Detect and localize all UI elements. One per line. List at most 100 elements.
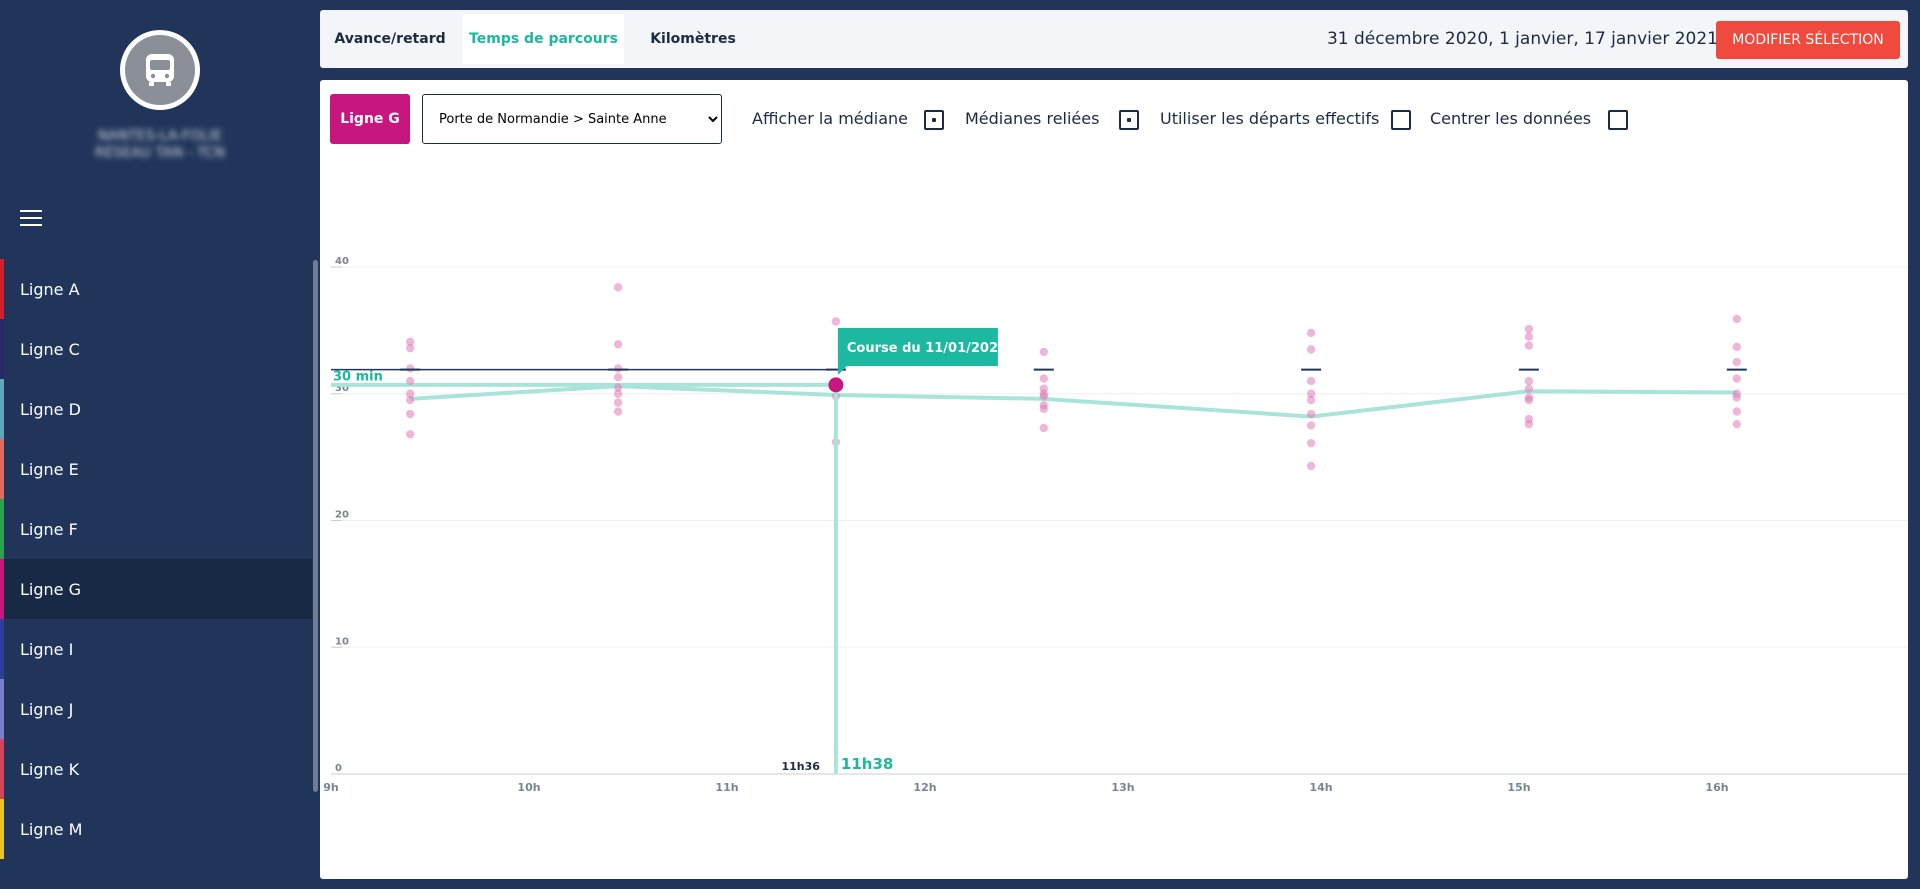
data-point [406, 409, 415, 419]
data-point [1039, 347, 1048, 357]
data-point [1039, 404, 1048, 414]
data-point [613, 340, 623, 349]
modify-selection-button[interactable]: MODIFIER SÉLECTION [1716, 21, 1900, 59]
sidebar-item-ligne-m[interactable]: Ligne M [0, 799, 312, 859]
data-point [1732, 374, 1742, 383]
sidebar-item-ligne-e[interactable]: Ligne E [0, 439, 312, 499]
sidebar-item-label: Ligne E [20, 459, 79, 479]
data-point [1524, 419, 1534, 429]
line-color-bar [0, 319, 4, 379]
x-tick-label: 14h [1309, 781, 1332, 794]
sidebar-item-label: Ligne D [20, 399, 81, 419]
line-color-bar [0, 379, 4, 439]
y-tick-label: 10 [335, 636, 349, 647]
sidebar-item-ligne-j[interactable]: Ligne J [0, 679, 312, 739]
sidebar-item-ligne-c[interactable]: Ligne C [0, 319, 312, 379]
data-point [1306, 438, 1316, 448]
data-point [1306, 395, 1316, 405]
data-point [613, 373, 623, 382]
bus-logo-icon [120, 30, 200, 110]
data-point [1039, 423, 1048, 433]
line-color-bar [0, 619, 4, 679]
data-point [1524, 324, 1534, 334]
line-color-bar [0, 439, 4, 499]
x-tick-label: 11h [715, 781, 738, 794]
data-point [613, 398, 623, 407]
reference-label: 30 min [333, 370, 383, 385]
tab-kilometres[interactable]: Kilomètres [635, 14, 751, 64]
linked-medians-checkbox[interactable] [1119, 110, 1139, 130]
center-data-label: Centrer les données [1430, 109, 1592, 128]
data-point [1732, 342, 1742, 352]
actual-departures-checkbox[interactable] [1391, 110, 1411, 130]
center-data-checkbox[interactable] [1608, 110, 1628, 130]
view-tabs-bar: Avance/retard Temps de parcours Kilomètr… [320, 10, 1908, 68]
sidebar-item-label: Ligne K [20, 759, 80, 779]
data-point [1039, 374, 1048, 383]
sidebar-item-ligne-d[interactable]: Ligne D [0, 379, 312, 439]
line-color-bar [0, 679, 4, 739]
data-point [1306, 328, 1316, 338]
data-point [1732, 357, 1742, 367]
sidebar-item-ligne-k[interactable]: Ligne K [0, 739, 312, 799]
sidebar-item-label: Ligne A [20, 279, 80, 299]
sidebar-item-ligne-g[interactable]: Ligne G [0, 559, 312, 619]
x-tick-label: 13h [1111, 781, 1134, 794]
data-point [613, 283, 623, 292]
sidebar: NANTES-LA-FOLIE RÉSEAU TAN - TCN Ligne A… [0, 0, 320, 889]
line-color-bar [0, 259, 4, 319]
data-point [1524, 376, 1534, 386]
data-point [1306, 376, 1316, 386]
line-color-bar [0, 739, 4, 799]
line-list: Ligne A Ligne C Ligne D Ligne E Ligne F Ligne… [0, 259, 312, 889]
data-point [1524, 395, 1534, 405]
data-point [613, 364, 623, 373]
sidebar-item-label: Ligne C [20, 339, 80, 359]
x-tick-label: 10h [517, 781, 540, 794]
highlighted-point [828, 377, 844, 393]
sidebar-scrollbar[interactable] [313, 260, 318, 792]
tooltip-text: Course du 11/01/2021 [847, 341, 1007, 356]
data-point [406, 343, 415, 353]
data-point [1732, 393, 1742, 402]
x-tick-label: 15h [1507, 781, 1530, 794]
cursor-time-label: 11h38 [841, 755, 893, 773]
data-point [1306, 345, 1316, 354]
actual-departures-label: Utiliser les départs effectifs [1160, 109, 1380, 128]
route-select[interactable]: Porte de Normandie > Sainte Anne [422, 94, 722, 144]
sidebar-item-label: Ligne I [20, 639, 74, 659]
sidebar-item-label: Ligne G [20, 579, 81, 599]
data-point [613, 389, 623, 398]
data-point [1524, 341, 1534, 350]
data-point [831, 317, 841, 326]
data-point [406, 430, 415, 439]
hamburger-menu-icon[interactable] [20, 210, 42, 228]
line-color-bar [0, 499, 4, 559]
sidebar-item-label: Ligne J [20, 699, 74, 719]
sidebar-item-ligne-f[interactable]: Ligne F [0, 499, 312, 559]
x-tick-label: 12h [913, 781, 936, 794]
x-tick-label: 16h [1705, 781, 1728, 794]
data-point [1306, 409, 1316, 419]
sidebar-item-ligne-i[interactable]: Ligne I [0, 619, 312, 679]
sidebar-item-label: Ligne F [20, 519, 78, 539]
tab-avance-retard[interactable]: Avance/retard [328, 14, 452, 64]
y-tick-label: 40 [335, 256, 349, 267]
data-point [613, 407, 623, 416]
data-point [1732, 407, 1742, 416]
data-point [1306, 461, 1316, 471]
median-line [410, 384, 1737, 419]
tab-temps-de-parcours[interactable]: Temps de parcours [463, 14, 624, 64]
sidebar-item-label: Ligne M [20, 819, 83, 839]
sidebar-item-ligne-a[interactable]: Ligne A [0, 259, 312, 319]
data-point [1524, 332, 1534, 341]
line-color-bar [0, 799, 4, 859]
data-point [1732, 314, 1742, 324]
data-point [1732, 419, 1742, 429]
date-range: 31 décembre 2020, 1 janvier, 17 janvier … [1326, 29, 1718, 49]
cursor-start-label: 11h36 [781, 760, 820, 773]
show-median-label: Afficher la médiane [752, 109, 909, 128]
y-tick-label: 0 [335, 763, 342, 774]
line-color-bar [0, 559, 4, 619]
show-median-checkbox[interactable] [924, 110, 944, 130]
